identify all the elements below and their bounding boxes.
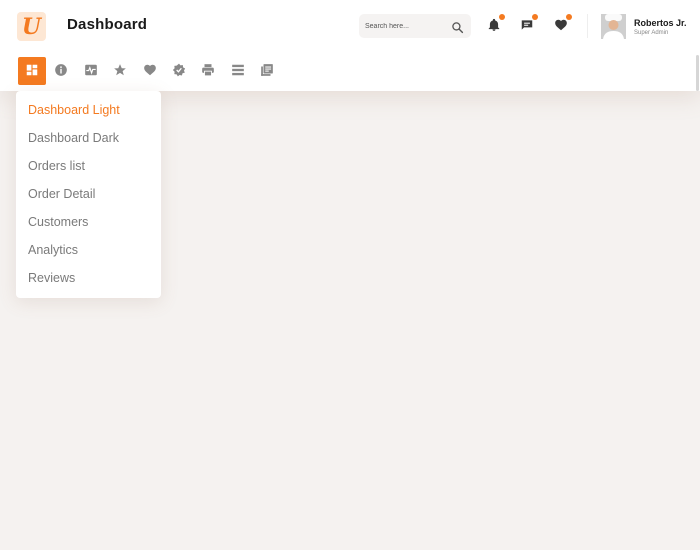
menu-item-customers[interactable]: Customers [28,215,88,229]
search-box [359,14,471,38]
scrollbar[interactable] [696,55,699,91]
header-divider [587,14,588,38]
heart-icon [554,17,568,36]
favorites-badge [566,14,572,20]
notification-bell-button[interactable] [487,14,505,36]
user-name[interactable]: Robertos Jr. [634,18,687,28]
menu-item-dashboard-light[interactable]: Dashboard Light [28,103,120,117]
menu-item-orders-list[interactable]: Orders list [28,159,85,173]
star-icon [113,62,127,81]
favorites-button[interactable] [554,14,572,36]
nav-likes[interactable] [136,57,164,85]
documents-icon [260,62,274,81]
menu-item-reviews[interactable]: Reviews [28,271,75,285]
icon-nav-bar [0,57,700,87]
avatar[interactable] [601,14,626,39]
chat-icon [520,17,534,36]
messages-badge [532,14,538,20]
nav-activity[interactable] [77,57,105,85]
app-logo[interactable]: U [17,12,46,41]
list-icon [231,62,245,81]
menu-item-dashboard-dark[interactable]: Dashboard Dark [28,131,119,145]
header: U Dashboard Search here... Robertos Jr. … [0,0,700,91]
badge-icon [172,62,186,81]
notification-badge [499,14,505,20]
messages-button[interactable] [520,14,538,36]
logo-letter: U [21,13,42,40]
nav-badges[interactable] [165,57,193,85]
dashboard-dropdown-menu: Dashboard Light Dashboard Dark Orders li… [16,91,161,298]
top-bar: U Dashboard Search here... Robertos Jr. … [0,0,700,52]
heart-icon [143,62,157,81]
nav-list[interactable] [224,57,252,85]
info-icon [54,62,68,81]
user-role: Super Admin [634,30,669,36]
nav-print[interactable] [194,57,222,85]
menu-item-analytics[interactable]: Analytics [28,243,78,257]
nav-favorites-star[interactable] [106,57,134,85]
nav-documents[interactable] [253,57,281,85]
nav-info[interactable] [47,57,75,85]
search-input[interactable] [365,14,449,38]
search-icon[interactable] [451,19,465,34]
grid-icon [25,62,39,81]
nav-dashboard[interactable] [18,57,46,85]
page-title: Dashboard [67,16,148,33]
printer-icon [201,62,215,81]
activity-icon [84,62,98,81]
menu-item-order-detail[interactable]: Order Detail [28,187,95,201]
bell-icon [487,17,501,36]
